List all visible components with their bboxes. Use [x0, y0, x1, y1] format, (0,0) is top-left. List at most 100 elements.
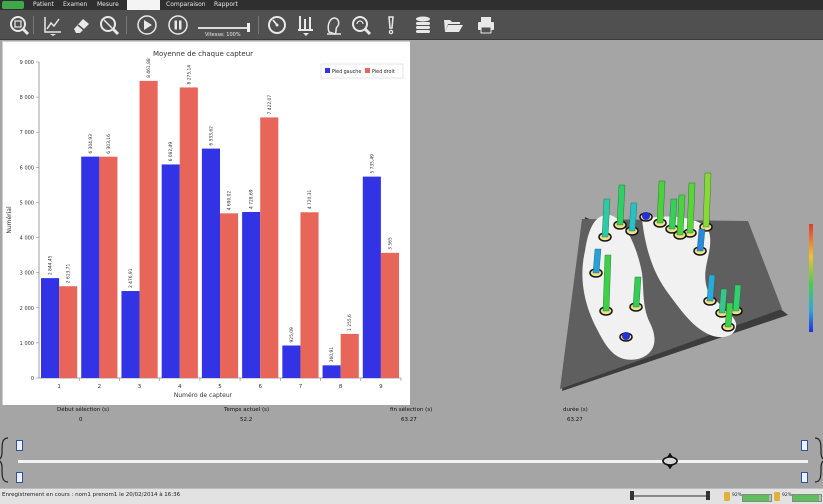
- y-tick-label: 7 000: [20, 130, 34, 136]
- bar-pied-droit-7[interactable]: [300, 212, 319, 378]
- fin-selection-value: 63.27: [401, 417, 417, 423]
- legend-label-pied-gauche: Pied gauche: [332, 69, 361, 75]
- x-tick-label: 5: [218, 384, 222, 390]
- bar-data-label: 6 082,49: [168, 142, 174, 162]
- legend-swatch-pied-droit: [365, 68, 370, 73]
- bar-pied-gauche-9[interactable]: [362, 176, 381, 378]
- timeline-frame: [0, 437, 823, 483]
- graph-menu-icon[interactable]: [42, 14, 64, 36]
- play-icon[interactable]: [136, 14, 158, 36]
- bar-pied-gauche-6[interactable]: [242, 211, 261, 378]
- database-icon[interactable]: [412, 14, 434, 36]
- chart-title: Moyenne de chaque capteur: [153, 50, 253, 58]
- y-tick-label: 9 000: [20, 60, 34, 66]
- foot-pressure-3d-render: [560, 172, 813, 391]
- bar-data-label: 4 690,02: [227, 191, 233, 211]
- bar-pied-droit-2[interactable]: [99, 156, 118, 378]
- sensor-average-chart: Moyenne de chaque capteur Numéro de capt…: [2, 41, 411, 407]
- debut-selection-label: Début sélection (s): [57, 407, 110, 413]
- y-tick-label: 4 000: [20, 236, 34, 242]
- speed-slider[interactable]: [198, 27, 250, 29]
- menu-item-rapport[interactable]: Rapport: [214, 0, 238, 10]
- bar-pied-gauche-3[interactable]: [121, 291, 140, 378]
- zoom-reset-icon[interactable]: [98, 14, 120, 36]
- bar-pied-droit-1[interactable]: [59, 286, 78, 378]
- sensor-pressure-pillar: [616, 184, 626, 226]
- menu-bar: Patient Examen Mesure Analyse Comparaiso…: [0, 0, 823, 10]
- volume-slider-min-handle[interactable]: [630, 491, 634, 500]
- volume-slider-max-handle[interactable]: [706, 491, 710, 500]
- y-tick-label: 5 000: [20, 200, 34, 206]
- chart-ylabel: Numérial: [6, 206, 13, 234]
- temps-actuel-value: 52.2: [240, 417, 253, 423]
- toolbar: Vitesse: 100%: [0, 10, 823, 40]
- bar-pied-droit-3[interactable]: [139, 80, 158, 379]
- timeline[interactable]: [0, 430, 823, 488]
- bar-chart: Moyenne de chaque capteur Numéro de capt…: [6, 50, 404, 399]
- selection-end-top-handle[interactable]: [801, 440, 808, 451]
- bar-data-label: 3 565: [387, 237, 393, 250]
- selection-start-bottom-handle[interactable]: [16, 472, 23, 483]
- speed-slider-thumb[interactable]: [247, 23, 250, 32]
- bar-data-label: 2 476,91: [128, 268, 134, 288]
- selection-start-top-handle[interactable]: [16, 440, 23, 451]
- left-insole-battery-icon: [724, 492, 730, 501]
- sensor-selection-icon[interactable]: [295, 14, 317, 36]
- alert-icon[interactable]: [380, 14, 402, 36]
- print-icon[interactable]: [475, 14, 497, 36]
- left-battery-bar: [742, 494, 772, 502]
- bar-pied-droit-6[interactable]: [260, 117, 279, 378]
- fin-selection-label: fin sélection (s): [390, 407, 433, 413]
- bar-pied-gauche-8[interactable]: [322, 365, 341, 378]
- eraser-icon[interactable]: [70, 14, 92, 36]
- chart-xlabel: Numéro de capteur: [174, 392, 233, 399]
- menu-item-analyse[interactable]: Analyse: [127, 0, 160, 10]
- right-insole-battery-icon: [774, 492, 780, 501]
- bar-pied-gauche-4[interactable]: [161, 164, 180, 378]
- foot-pressure-icon[interactable]: [323, 14, 345, 36]
- zoom-3d-icon[interactable]: [350, 14, 372, 36]
- current-time-cursor[interactable]: [661, 452, 679, 470]
- toolbar-separator: [126, 16, 127, 34]
- pause-icon[interactable]: [167, 14, 189, 36]
- y-tick-label: 8 000: [20, 95, 34, 101]
- pressure-gauge-icon[interactable]: [266, 14, 288, 36]
- timeline-left-brace: [0, 437, 9, 483]
- timeline-track[interactable]: [18, 460, 808, 463]
- bar-pied-droit-8[interactable]: [340, 333, 359, 378]
- bar-data-label: 7 422,07: [267, 95, 273, 115]
- menu-item-comparaison[interactable]: Comparaison: [166, 0, 206, 10]
- time-cursor-icon: [661, 453, 678, 469]
- bar-pied-gauche-5[interactable]: [201, 148, 220, 378]
- bar-pied-gauche-2[interactable]: [81, 156, 100, 378]
- timeline-right-brace: [814, 437, 823, 483]
- bar-data-label: 2 844,45: [48, 255, 54, 275]
- bar-pied-droit-4[interactable]: [179, 87, 198, 379]
- pressure-3d-view[interactable]: [410, 41, 823, 405]
- x-tick-label: 9: [379, 384, 383, 390]
- x-tick-label: 8: [339, 384, 343, 390]
- bar-pied-gauche-7[interactable]: [282, 345, 301, 378]
- left-battery-percent: 92%: [732, 493, 743, 498]
- menu-item-patient[interactable]: Patient: [33, 0, 54, 10]
- bar-data-label: 1 255,6: [347, 314, 353, 331]
- open-folder-icon[interactable]: [442, 14, 464, 36]
- bar-pied-droit-5[interactable]: [220, 213, 239, 378]
- x-tick-label: 7: [299, 384, 303, 390]
- bar-data-label: 6 303,16: [106, 134, 112, 154]
- chart-legend: Pied gauche Pied droit: [320, 63, 404, 79]
- volume-slider[interactable]: [630, 491, 710, 501]
- sensor-low-pressure-cap: [642, 212, 650, 220]
- bar-data-label: 6 304,93: [88, 134, 94, 154]
- app-logo[interactable]: [2, 1, 24, 9]
- menu-item-examen[interactable]: Examen: [63, 0, 87, 10]
- legend-swatch-pied-gauche: [325, 68, 330, 73]
- selection-end-bottom-handle[interactable]: [801, 472, 808, 483]
- bar-pied-droit-9[interactable]: [380, 252, 399, 378]
- recording-status: Enregistrement en cours : nom1 prenom1 l…: [2, 492, 181, 498]
- zoom-fit-icon[interactable]: [8, 14, 30, 36]
- menu-item-mesure[interactable]: Mesure: [97, 0, 119, 10]
- temps-actuel-label: Temps actuel (s): [224, 407, 270, 413]
- bar-data-label: 4 720,31: [307, 190, 313, 210]
- bar-pied-gauche-1[interactable]: [41, 278, 60, 378]
